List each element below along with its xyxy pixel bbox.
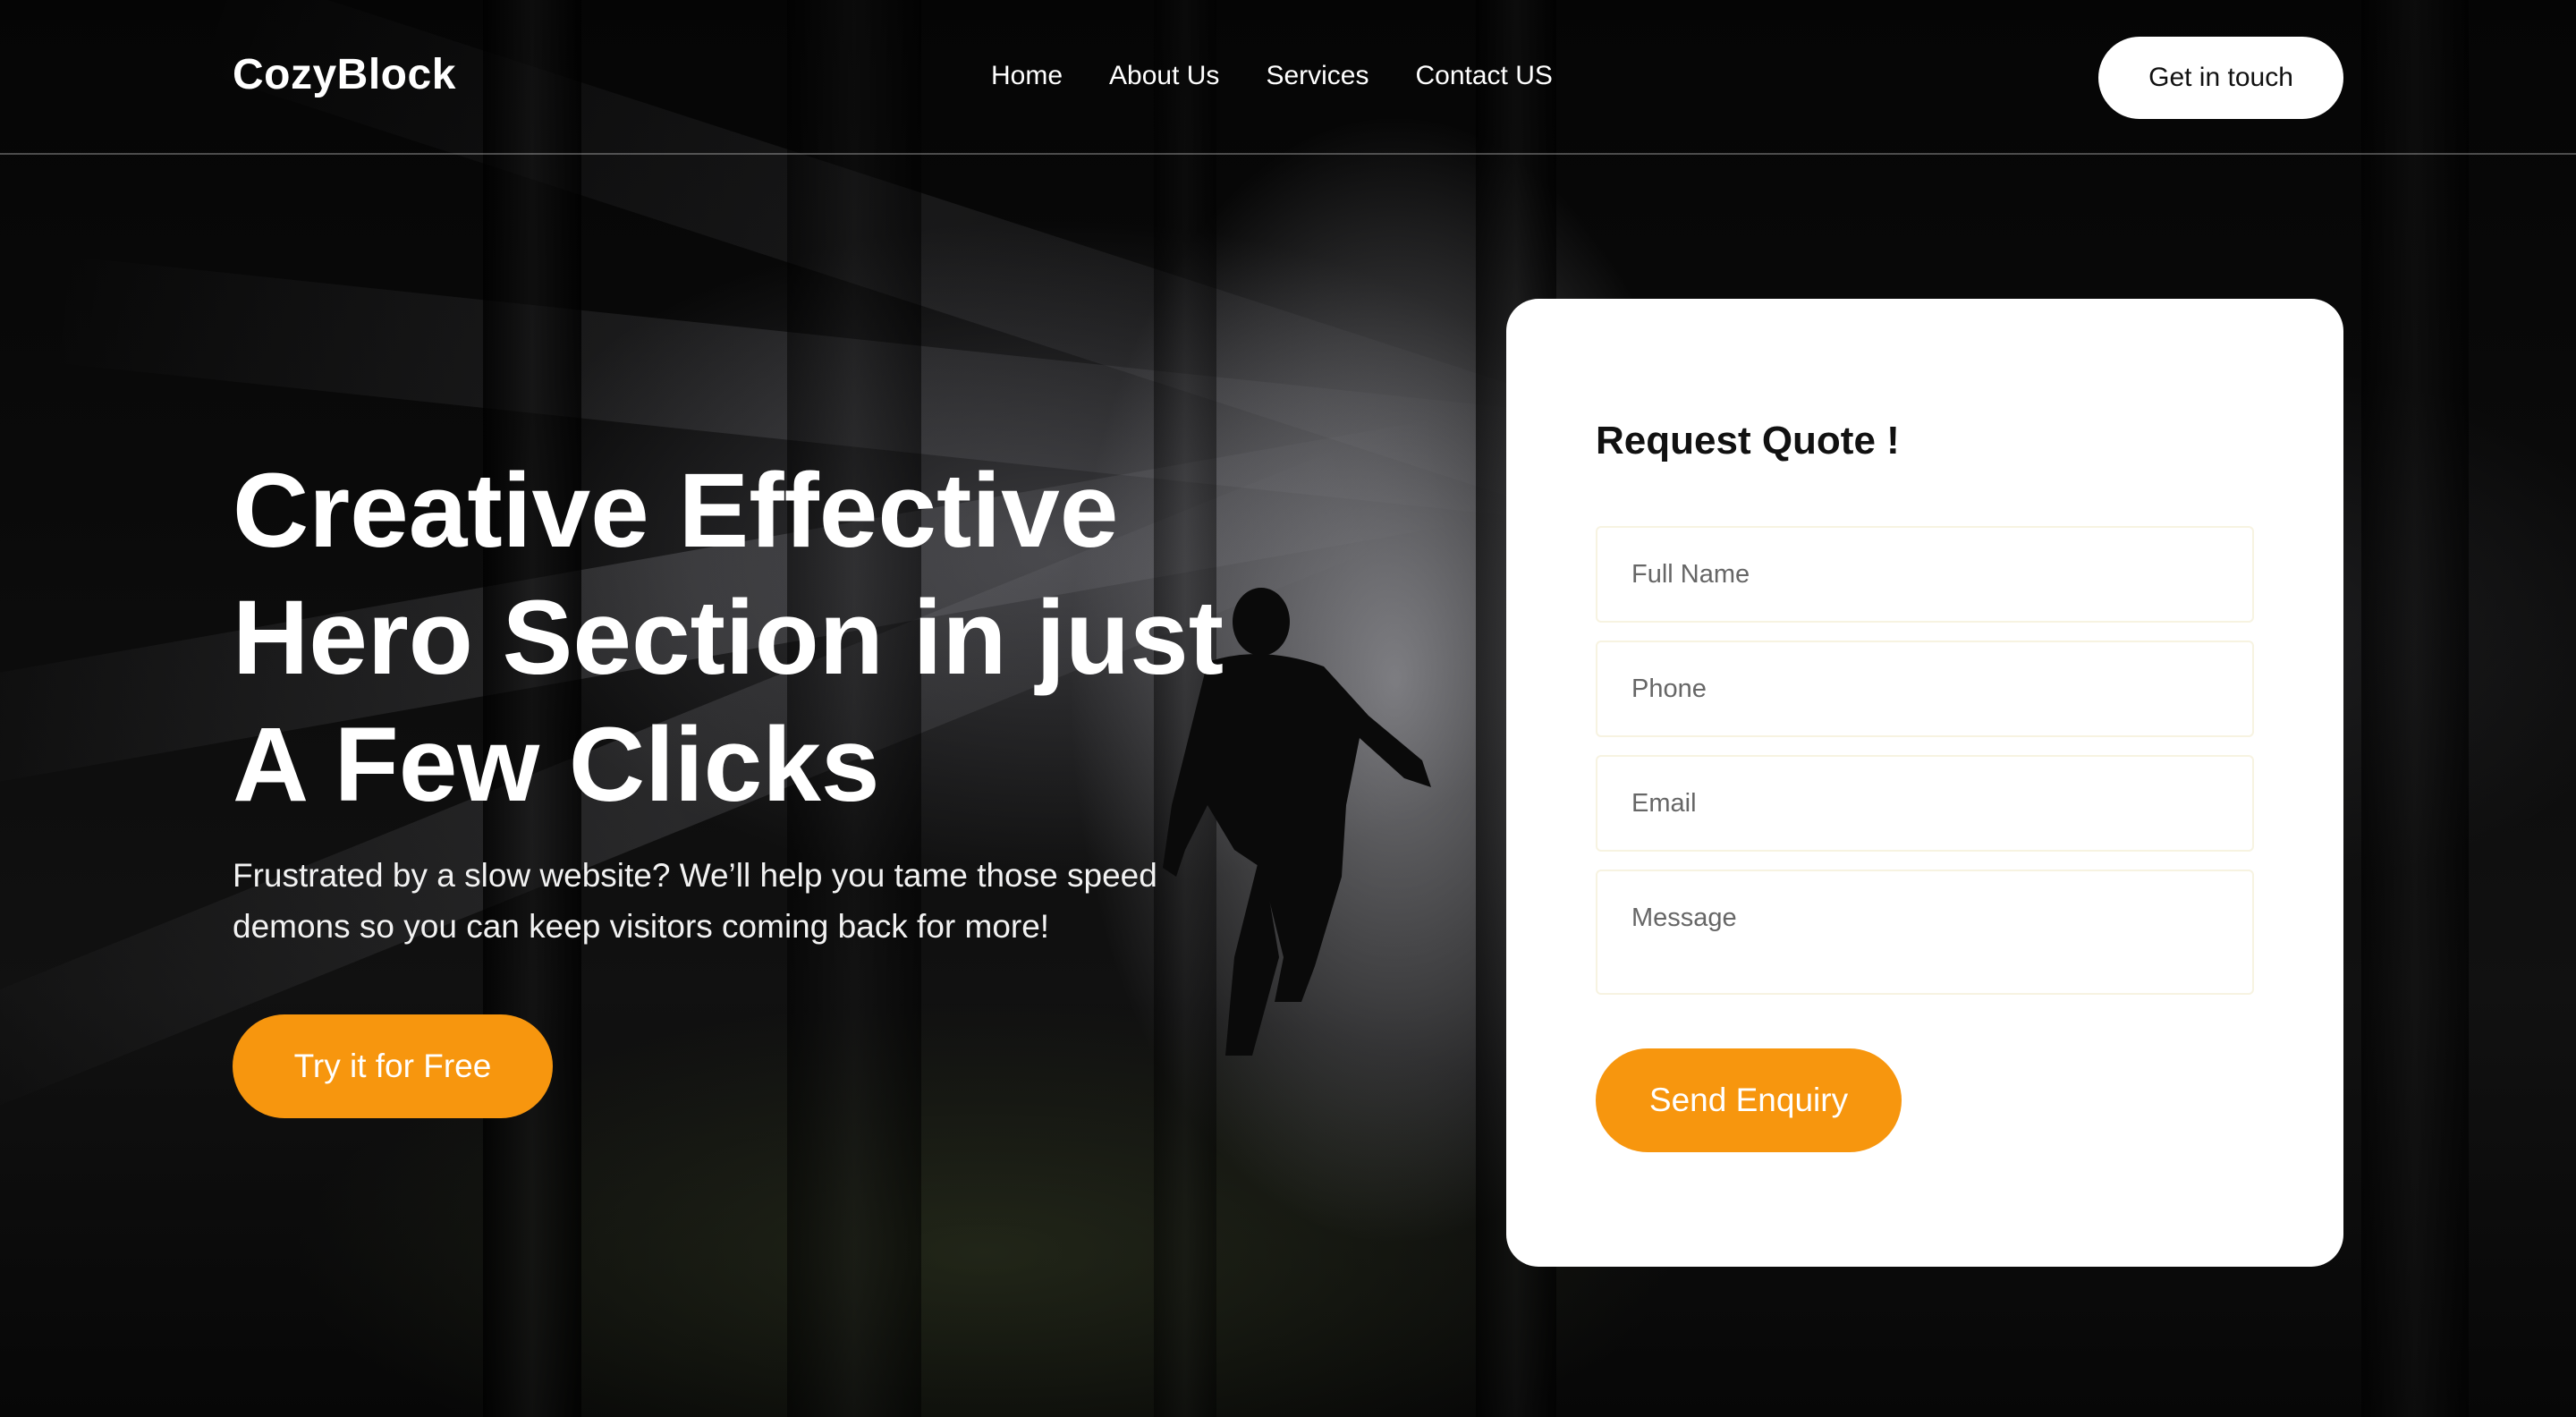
full-name-input[interactable] [1596, 526, 2254, 623]
try-it-for-free-button[interactable]: Try it for Free [233, 1014, 553, 1118]
hero-title-line: Hero Section in just [233, 579, 1224, 697]
hero-subtitle: Frustrated by a slow website? We’ll help… [233, 857, 1157, 945]
request-quote-title: Request Quote ! [1596, 419, 1900, 462]
email-input[interactable] [1596, 755, 2254, 852]
message-textarea[interactable] [1596, 870, 2254, 995]
nav-link-about-us[interactable]: About Us [1109, 61, 1219, 91]
send-enquiry-button[interactable]: Send Enquiry [1596, 1048, 1902, 1152]
logo[interactable]: CozyBlock [233, 50, 456, 99]
tree-trunk [2361, 0, 2469, 1417]
hero-title: Creative Effective Hero Section in just … [233, 447, 1306, 828]
nav-link-services[interactable]: Services [1266, 61, 1368, 91]
hero-title-line: A Few Clicks [233, 706, 880, 824]
nav-link-contact-us[interactable]: Contact US [1415, 61, 1552, 91]
request-quote-card: Request Quote ! Send Enquiry [1506, 299, 2343, 1267]
nav-link-home[interactable]: Home [991, 61, 1063, 91]
site-header: CozyBlock Home About Us Services Contact… [0, 0, 2576, 155]
phone-input[interactable] [1596, 641, 2254, 737]
main-nav: Home About Us Services Contact US [991, 61, 1553, 91]
get-in-touch-button[interactable]: Get in touch [2098, 37, 2343, 119]
hero-title-line: Creative Effective [233, 452, 1119, 570]
